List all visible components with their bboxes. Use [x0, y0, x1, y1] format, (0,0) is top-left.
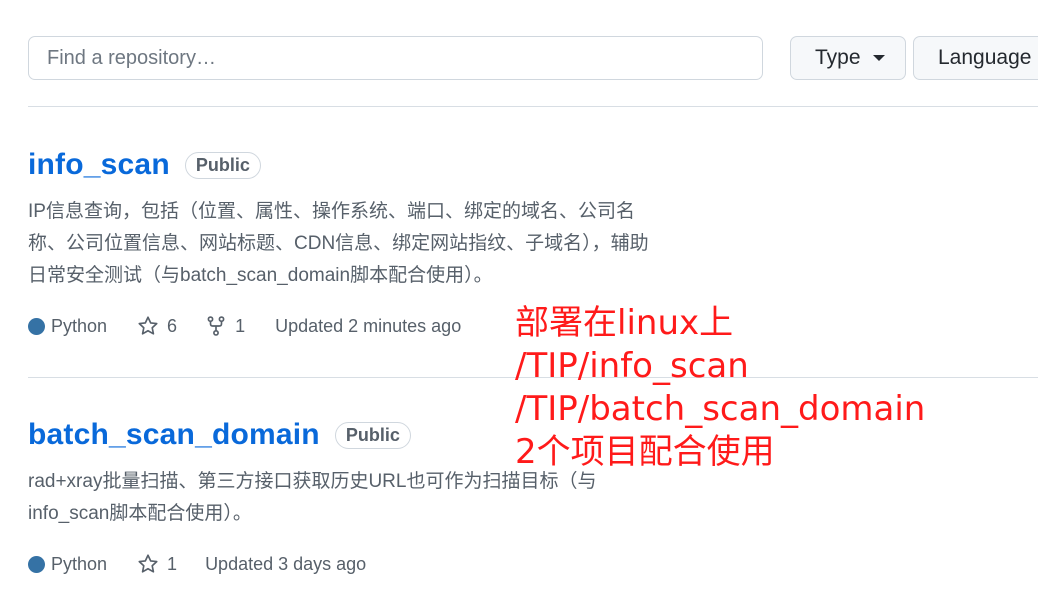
repo-name-link[interactable]: batch_scan_domain: [28, 418, 320, 452]
repo-description: rad+xray批量扫描、第三方接口获取历史URL也可作为扫描目标（与 info…: [28, 466, 596, 530]
repo-language: Python: [28, 316, 107, 337]
repo-meta: Python 6 1 Updated 2 minutes ago: [28, 315, 461, 337]
updated-time: Updated 3 days ago: [205, 553, 367, 574]
language-filter-button[interactable]: Language: [913, 36, 1038, 80]
repo-title-row: batch_scan_domain Public: [28, 418, 411, 452]
divider: [28, 106, 1038, 107]
star-count: 6: [167, 315, 178, 336]
language-label: Python: [51, 553, 108, 574]
updated-time: Updated 2 minutes ago: [275, 315, 462, 336]
annotation-line: 2个项目配合使用: [515, 432, 775, 472]
description-line: 称、公司位置信息、网站标题、CDN信息、绑定网站指纹、子域名），辅助: [28, 233, 649, 254]
forks-link[interactable]: 1: [205, 315, 245, 337]
description-line: info_scan脚本配合使用）。: [28, 503, 252, 524]
visibility-badge: Public: [184, 151, 261, 179]
caret-down-icon: [872, 55, 885, 61]
type-filter-button[interactable]: Type: [790, 36, 906, 80]
language-color-icon: [28, 317, 45, 335]
stars-link[interactable]: 1: [137, 553, 177, 575]
description-line: rad+xray批量扫描、第三方接口获取历史URL也可作为扫描目标（与: [28, 471, 597, 492]
repo-title-row: info_scan Public: [28, 148, 261, 182]
type-filter-label: Type: [815, 46, 861, 69]
language-color-icon: [28, 555, 45, 573]
annotation-line: 部署在linux上: [515, 303, 734, 343]
star-icon: [138, 316, 158, 335]
annotation-text: 部署在linux上 /TIP/info_scan /TIP/batch_scan…: [515, 302, 925, 474]
description-line: IP信息查询，包括（位置、属性、操作系统、端口、绑定的域名、公司名: [28, 201, 635, 222]
star-count: 1: [167, 553, 178, 574]
language-filter-label: Language: [938, 46, 1032, 69]
repo-language: Python: [28, 554, 107, 575]
star-icon: [138, 554, 158, 573]
repo-description: IP信息查询，包括（位置、属性、操作系统、端口、绑定的域名、公司名 称、公司位置…: [28, 196, 649, 292]
description-line: 日常安全测试（与batch_scan_domain脚本配合使用）。: [28, 265, 493, 286]
fork-count: 1: [235, 315, 246, 336]
repo-name-link[interactable]: info_scan: [28, 148, 170, 182]
language-label: Python: [51, 315, 108, 336]
repo-meta: Python 1 Updated 3 days ago: [28, 553, 366, 575]
fork-icon: [207, 316, 225, 336]
search-input[interactable]: [28, 36, 763, 80]
visibility-badge: Public: [334, 421, 411, 449]
stars-link[interactable]: 6: [137, 315, 177, 337]
annotation-line: /TIP/batch_scan_domain: [515, 389, 926, 429]
annotation-line: /TIP/info_scan: [515, 346, 749, 386]
